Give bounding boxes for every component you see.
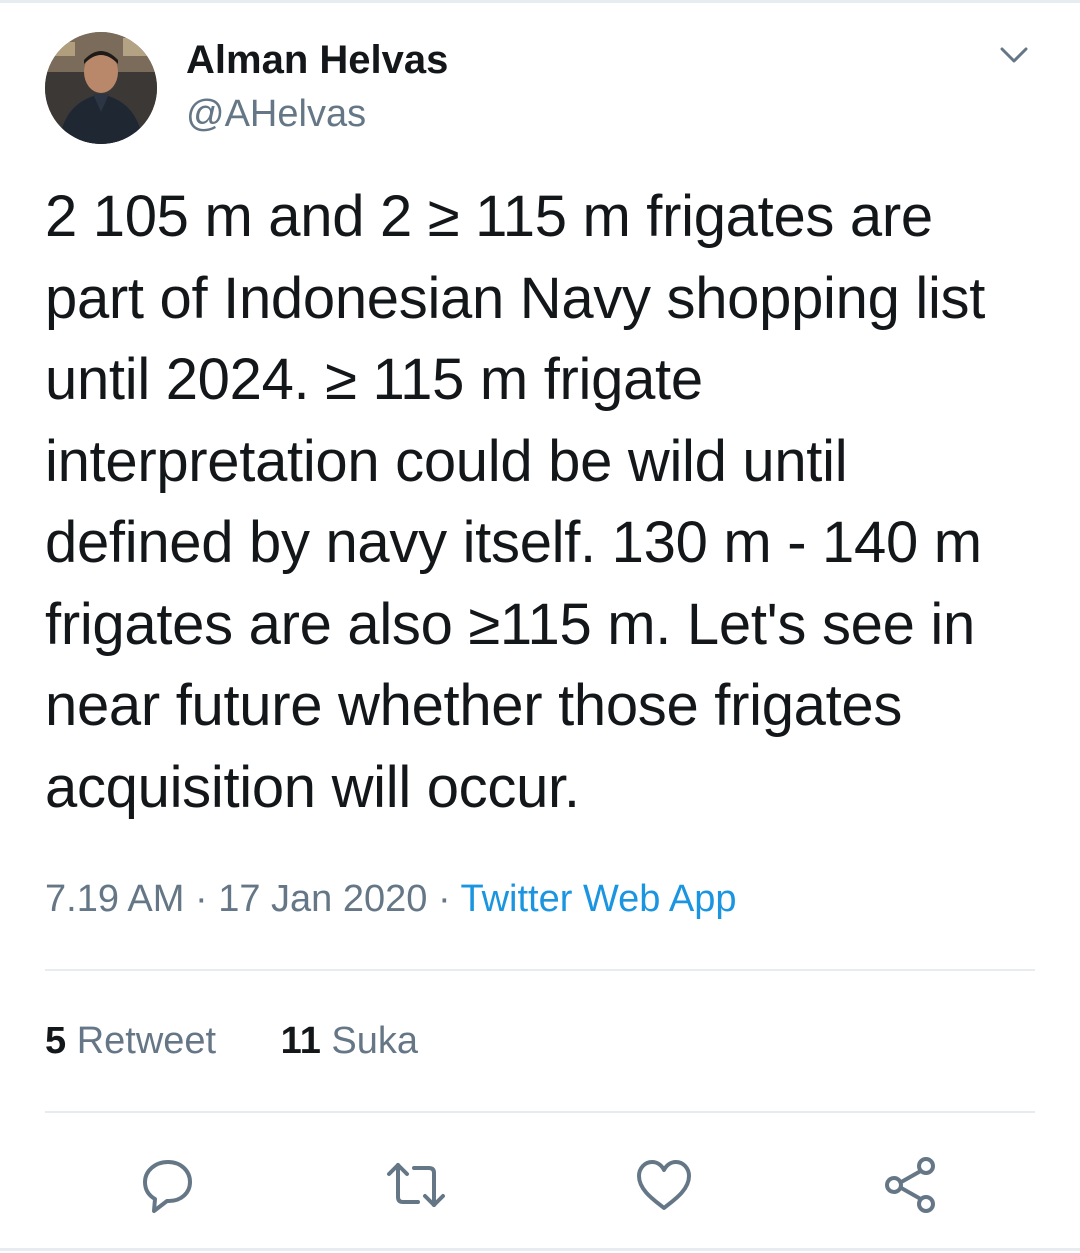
divider — [45, 969, 1035, 971]
retweet-arrows-icon — [387, 1163, 445, 1207]
tweet-text: 2 105 m and 2 ≥ 115 m frigates are part … — [45, 184, 986, 820]
heart-icon — [637, 1160, 691, 1210]
like-count-link[interactable]: 11 Suka — [281, 1016, 418, 1066]
retweet-count: 5 — [45, 1020, 67, 1062]
speech-bubble-icon — [143, 1160, 192, 1213]
share-nodes-icon — [885, 1157, 935, 1213]
author-name[interactable]: Alman Helvas — [186, 36, 448, 84]
engagement-stats: 5 Retweet 11 Suka — [45, 1016, 418, 1066]
retweet-button[interactable] — [384, 1153, 448, 1217]
tweet-metadata: 7.19 AM · 17 Jan 2020 · Twitter Web App — [45, 874, 736, 924]
retweet-label: Retweet — [76, 1020, 217, 1062]
retweet-count-link[interactable]: 5 Retweet — [45, 1016, 216, 1066]
author-handle[interactable]: @AHelvas — [186, 91, 366, 137]
meta-separator: · — [437, 878, 451, 920]
share-button[interactable] — [880, 1153, 944, 1217]
divider — [45, 1111, 1035, 1113]
tweet-date[interactable]: 17 Jan 2020 — [218, 878, 427, 920]
avatar[interactable] — [45, 32, 157, 144]
top-divider — [0, 0, 1080, 8]
like-label: Suka — [331, 1020, 419, 1062]
avatar-photo — [45, 32, 157, 144]
tweet-source-link[interactable]: Twitter Web App — [460, 878, 736, 920]
reply-button[interactable] — [136, 1153, 200, 1217]
more-options-chevron-down-icon[interactable] — [994, 36, 1034, 76]
tweet-time[interactable]: 7.19 AM — [45, 878, 184, 920]
bottom-divider — [0, 1248, 1080, 1251]
meta-separator: · — [194, 878, 208, 920]
like-count: 11 — [280, 1020, 321, 1062]
like-button[interactable] — [632, 1153, 696, 1217]
